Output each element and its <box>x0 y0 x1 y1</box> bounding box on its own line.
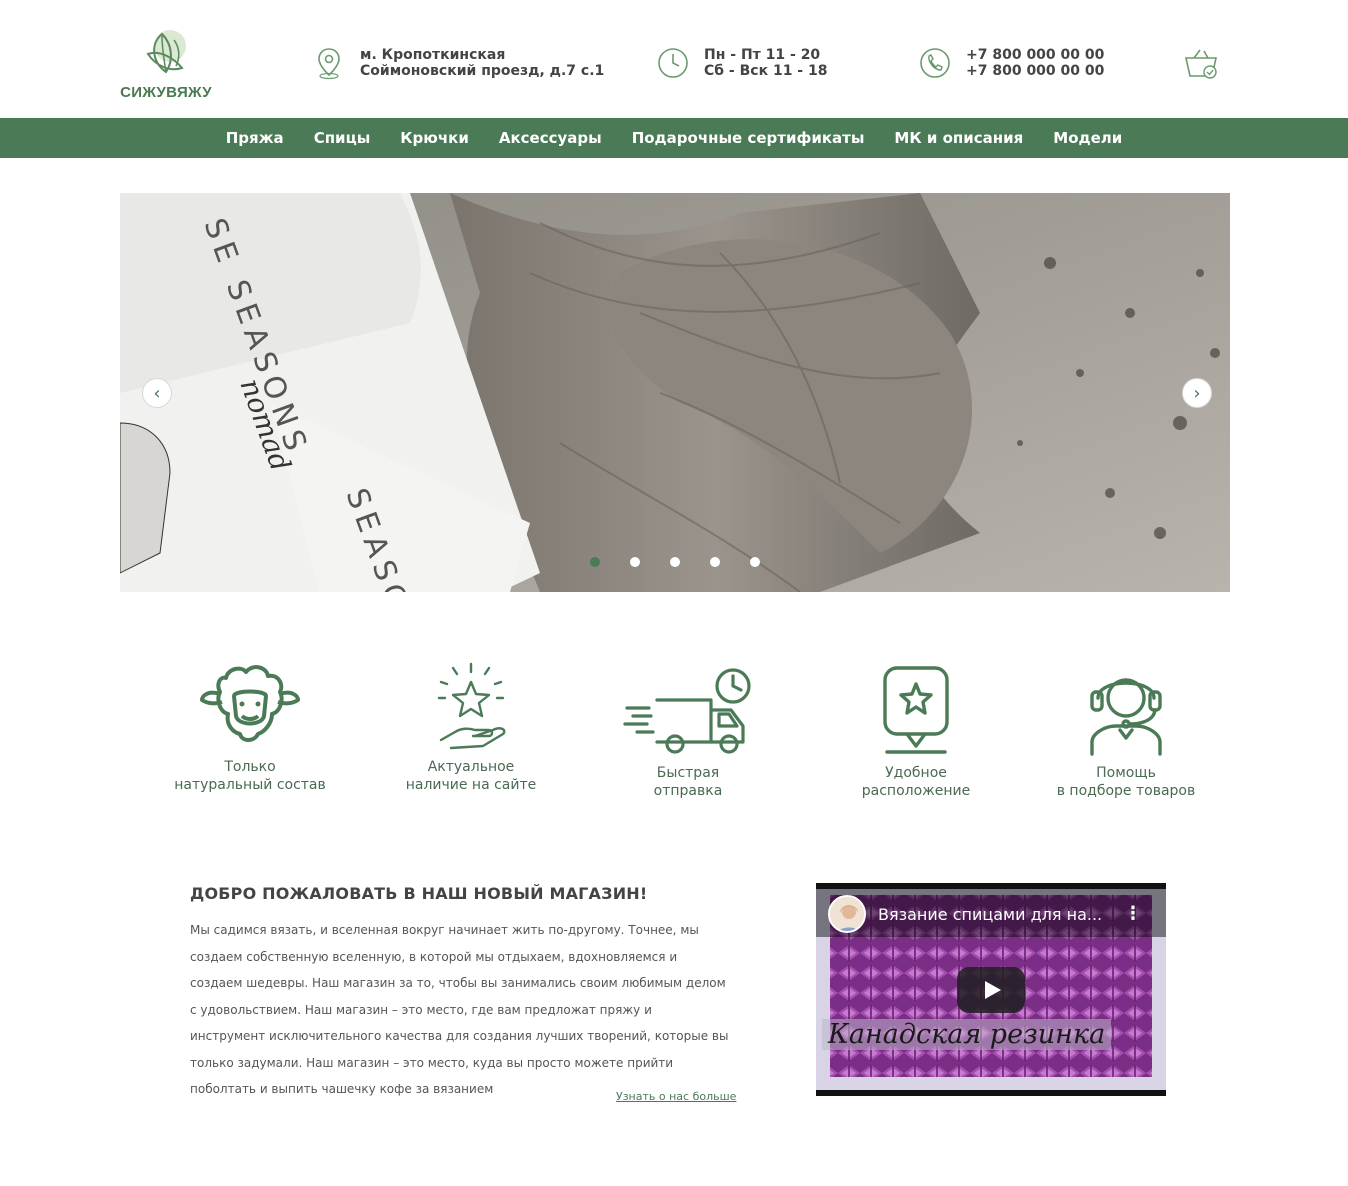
play-icon <box>985 981 1001 999</box>
feature-availability: Актуальное наличие на сайте <box>371 660 571 794</box>
hero-slider: SE SEASONS SEASO nomad ‹ › <box>120 193 1230 592</box>
welcome-title: ДОБРО ПОЖАЛОВАТЬ В НАШ НОВЫЙ МАГАЗИН! <box>190 884 648 903</box>
site-header: СИЖУВЯЖУ м. Кропоткинская Соймоновский п… <box>0 0 1348 118</box>
address-line2: Соймоновский проезд, д.7 с.1 <box>360 63 605 79</box>
nav-item-yarn[interactable]: Пряжа <box>226 129 284 147</box>
feature-location-line2: расположение <box>861 783 971 799</box>
feature-location-line1: Удобное <box>885 765 947 781</box>
video-caption: Канадская резинка <box>822 1019 1112 1050</box>
phone-icon <box>920 48 950 78</box>
support-headset-icon <box>1090 678 1162 756</box>
feature-location: Удобное расположение <box>816 664 1016 800</box>
phone-line1[interactable]: +7 800 000 00 00 <box>966 47 1104 63</box>
slide-image: SE SEASONS SEASO nomad <box>120 193 1230 592</box>
star-hand-icon <box>437 662 506 750</box>
location-star-icon <box>883 666 949 754</box>
delivery-truck-icon <box>623 668 751 754</box>
feature-availability-line1: Актуальное <box>427 759 515 775</box>
nav-item-needles[interactable]: Спицы <box>314 129 371 147</box>
hours-line1: Пн - Пт 11 - 20 <box>704 47 821 63</box>
channel-avatar[interactable] <box>828 895 866 933</box>
address-block: м. Кропоткинская Соймоновский проезд, д.… <box>312 46 604 80</box>
feature-natural-line2: натуральный состав <box>174 777 326 793</box>
nav-item-hooks[interactable]: Крючки <box>400 129 469 147</box>
slider-prev-button[interactable]: ‹ <box>142 378 172 408</box>
slider-dot-5[interactable] <box>750 557 760 567</box>
feature-shipping-line2: отправка <box>653 783 723 799</box>
feature-availability-line2: наличие на сайте <box>405 777 537 793</box>
welcome-section: ДОБРО ПОЖАЛОВАТЬ В НАШ НОВЫЙ МАГАЗИН! Мы… <box>190 884 730 1103</box>
slider-dot-2[interactable] <box>630 557 640 567</box>
feature-support-line2: в подборе товаров <box>1056 783 1196 799</box>
slider-dot-3[interactable] <box>670 557 680 567</box>
phone-block: +7 800 000 00 00 +7 800 000 00 00 <box>918 46 1104 80</box>
sheep-icon <box>200 665 300 742</box>
nav-item-models[interactable]: Модели <box>1053 129 1122 147</box>
hours-line2: Сб - Вск 11 - 18 <box>704 63 828 79</box>
slider-dot-1[interactable] <box>590 557 600 567</box>
feature-support-line1: Помощь <box>1096 765 1156 781</box>
feature-shipping: Быстрая отправка <box>588 664 788 800</box>
address-line1: м. Кропоткинская <box>360 47 506 63</box>
video-title[interactable]: Вязание спицами для на... <box>878 905 1102 924</box>
feature-shipping-line1: Быстрая <box>656 765 720 781</box>
slider-next-button[interactable]: › <box>1182 378 1212 408</box>
logo-text: СИЖУВЯЖУ <box>120 84 212 101</box>
map-pin-icon <box>318 48 340 80</box>
main-nav: Пряжа Спицы Крючки Аксессуары Подарочные… <box>0 118 1348 158</box>
play-button[interactable] <box>957 967 1025 1013</box>
nav-item-master-classes[interactable]: МК и описания <box>894 129 1023 147</box>
about-more-link[interactable]: Узнать о нас больше <box>616 1090 736 1103</box>
feature-support: Помощь в подборе товаров <box>1026 664 1226 800</box>
clock-icon <box>658 48 688 78</box>
video-embed[interactable]: Вязание спицами для на... ⋮ Канадская ре… <box>816 883 1166 1096</box>
slider-dot-4[interactable] <box>710 557 720 567</box>
cart-icon[interactable] <box>1182 46 1220 82</box>
slider-pagination <box>590 557 790 567</box>
feature-natural-line1: Только <box>224 759 276 775</box>
video-menu-icon[interactable]: ⋮ <box>1124 903 1142 924</box>
logo[interactable]: СИЖУВЯЖУ <box>118 28 214 104</box>
nav-item-gift-certificates[interactable]: Подарочные сертификаты <box>632 129 865 147</box>
nav-item-accessories[interactable]: Аксессуары <box>499 129 602 147</box>
welcome-text: Мы садимся вязать, и вселенная вокруг на… <box>190 923 729 1096</box>
feature-natural: Только натуральный состав <box>150 660 350 794</box>
hours-block: Пн - Пт 11 - 20 Сб - Вск 11 - 18 <box>656 46 827 80</box>
phone-line2[interactable]: +7 800 000 00 00 <box>966 63 1104 79</box>
leaf-logo-icon <box>146 30 186 74</box>
